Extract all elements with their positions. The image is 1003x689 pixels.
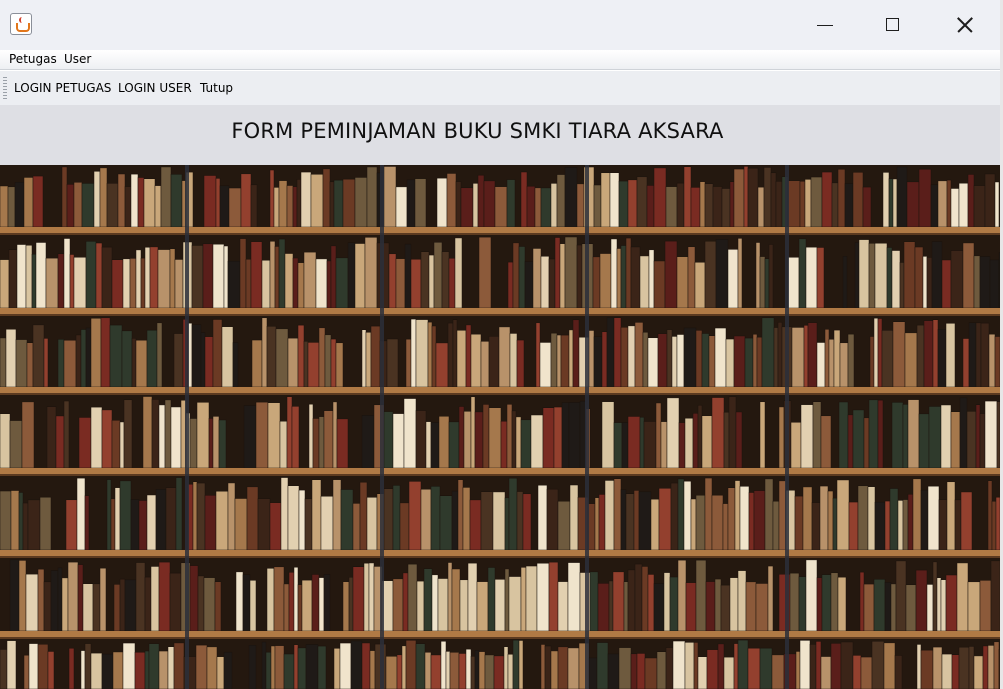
toolbar-grip[interactable] [3,77,7,99]
maximize-button[interactable] [859,0,929,50]
page-title: FORM PEMINJAMAN BUKU SMKI TIARA AKSARA [231,119,724,143]
menu-bar: Petugas User [0,50,1000,70]
tutup-button[interactable]: Tutup [200,81,233,95]
minimize-icon [817,25,833,26]
title-bar[interactable] [0,0,1000,51]
java-cup-icon[interactable] [10,13,32,35]
login-user-button[interactable]: LOGIN USER [118,81,192,95]
maximize-icon [886,18,899,31]
app-window: Petugas User LOGIN PETUGAS LOGIN USER Tu… [0,0,1003,689]
minimize-button[interactable] [790,0,860,50]
menu-user[interactable]: User [64,52,91,66]
toolbar: LOGIN PETUGAS LOGIN USER Tutup [0,70,1000,106]
close-button[interactable] [928,0,998,50]
menu-petugas[interactable]: Petugas [9,52,57,66]
bookshelf-background-image [0,165,1000,689]
login-petugas-button[interactable]: LOGIN PETUGAS [14,81,111,95]
header-panel: FORM PEMINJAMAN BUKU SMKI TIARA AKSARA [0,105,1000,165]
